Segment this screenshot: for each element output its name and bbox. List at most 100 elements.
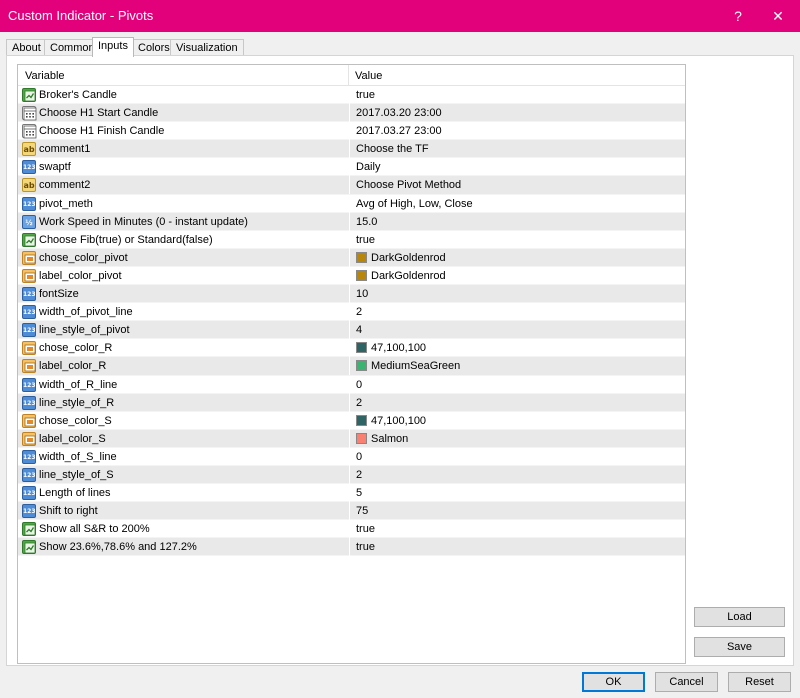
value-text: DarkGoldenrod — [371, 251, 446, 264]
int-icon: 123 — [22, 486, 36, 501]
table-row[interactable]: Broker's Candle true — [18, 86, 685, 105]
value-cell[interactable]: 15.0 — [349, 212, 683, 231]
value-cell[interactable]: true — [349, 520, 683, 539]
variable-name: Show 23.6%,78.6% and 127.2% — [39, 541, 197, 554]
table-row[interactable]: 123 width_of_S_line 0 — [18, 447, 685, 466]
variable-cell: 123 line_style_of_S — [20, 466, 348, 484]
table-row[interactable]: 123 width_of_pivot_line 2 — [18, 303, 685, 322]
load-button[interactable]: Load — [694, 607, 785, 627]
table-row[interactable]: 123 swaptf Daily — [18, 158, 685, 177]
value-cell[interactable]: Choose Pivot Method — [349, 176, 683, 195]
value-cell[interactable]: MediumSeaGreen — [349, 357, 683, 376]
bool-icon — [22, 232, 36, 247]
tab-inputs[interactable]: Inputs — [92, 37, 134, 57]
variable-cell: Choose H1 Start Candle — [20, 104, 348, 122]
variable-cell: chose_color_pivot — [20, 249, 348, 267]
close-button[interactable]: ✕ — [758, 0, 798, 32]
variable-name: chose_color_pivot — [39, 251, 128, 264]
table-row[interactable]: Choose Fib(true) or Standard(false) true — [18, 230, 685, 249]
variable-name: label_color_pivot — [39, 269, 122, 282]
table-row[interactable]: 123 Length of lines 5 — [18, 484, 685, 503]
variable-name: Shift to right — [39, 505, 98, 518]
variable-cell: ab comment2 — [20, 176, 348, 194]
tab-visualization[interactable]: Visualization — [170, 39, 244, 56]
table-row[interactable]: chose_color_pivot DarkGoldenrod — [18, 248, 685, 267]
table-row[interactable]: 123 Shift to right 75 — [18, 502, 685, 521]
value-cell[interactable]: true — [349, 86, 683, 104]
variable-cell: Show 23.6%,78.6% and 127.2% — [20, 538, 348, 556]
table-row[interactable]: chose_color_S 47,100,100 — [18, 411, 685, 430]
table-row[interactable]: Show all S&R to 200% true — [18, 520, 685, 539]
value-cell[interactable]: 2017.03.27 23:00 — [349, 122, 683, 141]
value-cell[interactable]: 75 — [349, 502, 683, 521]
color-swatch — [356, 360, 367, 372]
value-text: 2017.03.20 23:00 — [356, 107, 442, 120]
value-cell[interactable]: DarkGoldenrod — [349, 266, 683, 285]
table-row[interactable]: 123 line_style_of_pivot 4 — [18, 321, 685, 340]
value-text: 15.0 — [356, 215, 378, 228]
value-cell[interactable]: 2 — [349, 465, 683, 484]
value-cell[interactable]: DarkGoldenrod — [349, 248, 683, 267]
cancel-button[interactable]: Cancel — [655, 672, 718, 692]
table-row[interactable]: ½ Work Speed in Minutes (0 - instant upda… — [18, 212, 685, 231]
value-cell[interactable]: true — [349, 230, 683, 249]
variable-cell: 123 pivot_meth — [20, 195, 348, 213]
value-cell[interactable]: 0 — [349, 375, 683, 394]
table-row[interactable]: 123 pivot_meth Avg of High, Low, Close — [18, 194, 685, 213]
value-cell[interactable]: 0 — [349, 447, 683, 466]
value-text: 0 — [356, 450, 363, 463]
table-row[interactable]: ab comment2 Choose Pivot Method — [18, 176, 685, 195]
variable-name: width_of_pivot_line — [39, 306, 133, 319]
variable-name: fontSize — [39, 288, 79, 301]
variable-name: label_color_S — [39, 432, 106, 445]
ok-button[interactable]: OK — [582, 672, 645, 692]
value-cell[interactable]: Salmon — [349, 429, 683, 448]
value-cell[interactable]: Daily — [349, 158, 683, 177]
inputs-panel: Variable Value Broker's Candle true Choose… — [6, 55, 794, 666]
table-row[interactable]: 123 width_of_R_line 0 — [18, 375, 685, 394]
color-icon — [22, 413, 36, 428]
table-row[interactable]: ab comment1 Choose the TF — [18, 140, 685, 159]
column-header-variable[interactable]: Variable — [25, 70, 65, 82]
table-row[interactable]: chose_color_R 47,100,100 — [18, 339, 685, 358]
value-cell[interactable]: 2 — [349, 393, 683, 412]
table-row[interactable]: Choose H1 Finish Candle 2017.03.27 23:00 — [18, 122, 685, 141]
table-row[interactable]: 123 line_style_of_S 2 — [18, 465, 685, 485]
variable-cell: Show all S&R to 200% — [20, 520, 348, 538]
variable-cell: Choose H1 Finish Candle — [20, 122, 348, 140]
variable-name: chose_color_S — [39, 414, 112, 427]
help-button[interactable]: ? — [718, 0, 758, 32]
tab-about[interactable]: About — [6, 39, 47, 56]
value-cell[interactable]: 2 — [349, 303, 683, 322]
table-row[interactable]: 123 fontSize 10 — [18, 285, 685, 304]
variable-cell: 123 Length of lines — [20, 484, 348, 502]
table-row[interactable]: 123 line_style_of_R 2 — [18, 393, 685, 412]
variable-cell: 123 width_of_pivot_line — [20, 303, 348, 321]
value-cell[interactable]: 10 — [349, 285, 683, 304]
reset-button[interactable]: Reset — [728, 672, 791, 692]
table-row[interactable]: label_color_pivot DarkGoldenrod — [18, 266, 685, 286]
table-row[interactable]: label_color_S Salmon — [18, 429, 685, 448]
save-button[interactable]: Save — [694, 637, 785, 657]
column-header-value[interactable]: Value — [355, 70, 382, 82]
value-text: 5 — [356, 487, 363, 500]
value-cell[interactable]: Choose the TF — [349, 140, 683, 159]
variable-name: Choose H1 Start Candle — [39, 107, 159, 120]
grid-header: Variable Value — [18, 65, 685, 86]
value-text: 2017.03.27 23:00 — [356, 125, 442, 138]
table-row[interactable]: label_color_R MediumSeaGreen — [18, 357, 685, 376]
string-icon: ab — [22, 178, 36, 193]
value-cell[interactable]: Avg of High, Low, Close — [349, 194, 683, 213]
value-cell[interactable]: 4 — [349, 321, 683, 340]
value-cell[interactable]: 47,100,100 — [349, 339, 683, 358]
color-swatch — [356, 414, 367, 426]
value-cell[interactable]: 5 — [349, 484, 683, 503]
value-cell[interactable]: 47,100,100 — [349, 411, 683, 430]
table-row[interactable]: Choose H1 Start Candle 2017.03.20 23:00 — [18, 104, 685, 123]
value-cell[interactable]: 2017.03.20 23:00 — [349, 104, 683, 123]
table-row[interactable]: Show 23.6%,78.6% and 127.2% true — [18, 538, 685, 557]
column-separator[interactable] — [348, 65, 349, 86]
value-cell[interactable]: true — [349, 538, 683, 557]
value-text: 4 — [356, 324, 363, 337]
variable-name: comment2 — [39, 179, 91, 192]
